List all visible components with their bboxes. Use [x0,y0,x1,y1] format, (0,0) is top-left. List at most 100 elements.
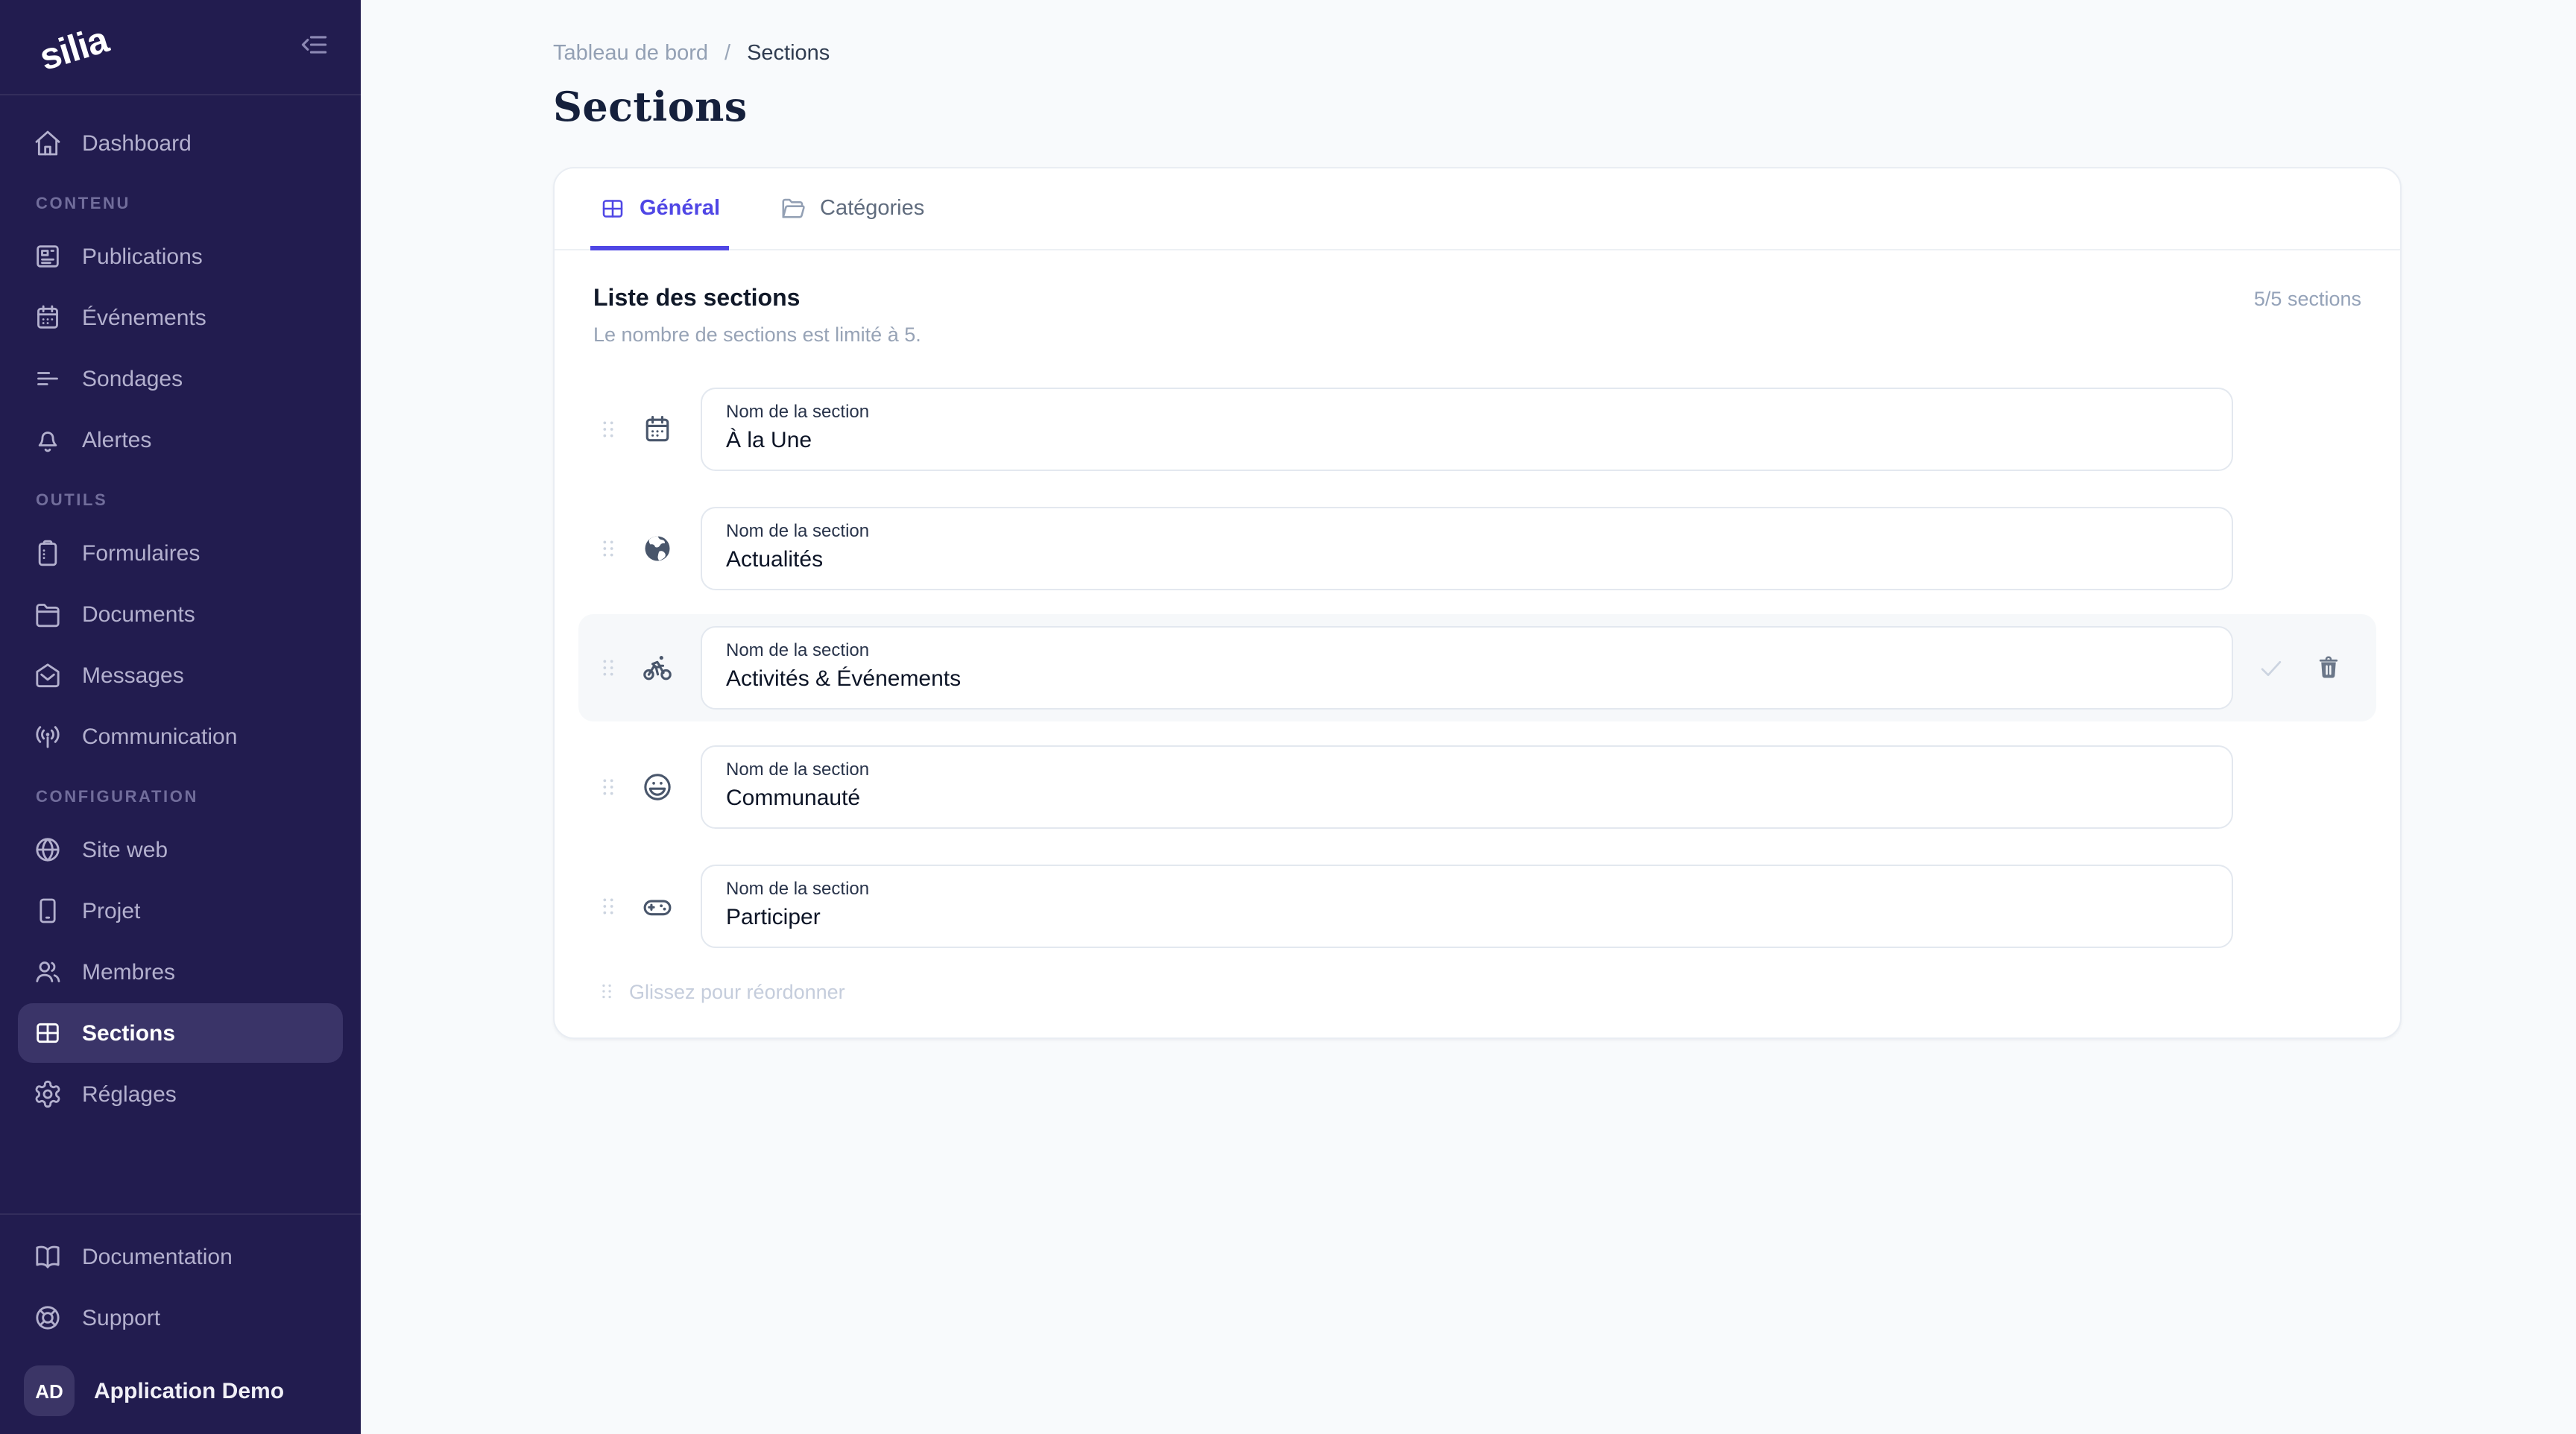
sidebar-item-label: Messages [82,663,184,688]
reorder-hint: Glissez pour réordonner [596,978,2361,1005]
sidebar-item-messages[interactable]: Messages [18,645,343,705]
folder-icon [33,599,63,629]
field-label: Nom de la section [726,876,2208,900]
section-name-input[interactable]: Nom de la sectionActivités & Événements [701,626,2233,710]
tab-label: Général [640,197,720,221]
nav-group-title-outils: OUTILS [18,492,343,510]
avatar: AD [24,1365,75,1416]
sidebar-item-membres[interactable]: Membres [18,942,343,1002]
sidebar-item-reglages[interactable]: Réglages [18,1064,343,1124]
book-open-icon [33,1242,63,1272]
reorder-hint-label: Glissez pour réordonner [629,980,845,1002]
field-value: Participer [726,902,2208,933]
sidebar-item-documents[interactable]: Documents [18,584,343,644]
sidebar-item-label: Publications [82,244,203,269]
globe-icon [33,835,63,865]
sidebar-item-label: Communication [82,724,237,749]
folder-open-icon [780,195,806,222]
sidebar-item-sondages[interactable]: Sondages [18,349,343,408]
field-value: Communauté [726,783,2208,814]
sidebar-footer: Documentation Support AD Application Dem… [0,1213,361,1434]
calendar-icon [641,413,674,446]
collapse-sidebar-icon[interactable] [298,28,337,66]
section-row-communaute: Nom de la sectionCommunauté [578,733,2376,841]
users-icon [33,957,63,987]
page-title: Sections [553,85,2576,131]
sidebar-item-documentation[interactable]: Documentation [18,1227,343,1286]
mail-open-icon [33,660,63,690]
row-actions [2233,654,2361,682]
field-label: Nom de la section [726,519,2208,543]
smartphone-icon [33,896,63,926]
sidebar-item-label: Documentation [82,1244,233,1269]
poll-icon [33,364,63,394]
sidebar-nav: Dashboard CONTENU Publications Événements So… [0,95,361,1213]
sidebar-item-formulaires[interactable]: Formulaires [18,523,343,583]
drag-handle-icon[interactable] [596,890,620,923]
tab-bar: Général Catégories [555,168,2400,250]
section-name-input[interactable]: Nom de la sectionCommunauté [701,745,2233,829]
main-content: Tableau de bord / Sections Sections Géné… [361,0,2576,1434]
field-label: Nom de la section [726,757,2208,781]
sidebar-item-label: Documents [82,601,195,627]
sidebar-item-label: Événements [82,305,206,330]
sidebar-item-evenements[interactable]: Événements [18,288,343,347]
sidebar-item-communication[interactable]: Communication [18,707,343,766]
bike-icon [641,651,674,684]
grid-icon [33,1018,63,1048]
nav-group-title-contenu: CONTENU [18,195,343,213]
earth-icon [641,532,674,565]
section-rows: Nom de la sectionÀ la UneNom de la secti… [578,376,2376,960]
drag-handle-icon[interactable] [596,771,620,803]
sidebar-item-label: Dashboard [82,130,192,156]
user-menu[interactable]: AD Application Demo [18,1356,343,1416]
section-name-input[interactable]: Nom de la sectionActualités [701,507,2233,590]
sidebar: silia Dashboard CONTENU Publications Événem… [0,0,361,1434]
sections-card: Général Catégories Liste des sections 5/… [553,167,2402,1039]
tab-categories[interactable]: Catégories [777,168,927,249]
drag-handle-icon[interactable] [596,413,620,446]
sidebar-item-projet[interactable]: Projet [18,881,343,941]
sidebar-item-dashboard[interactable]: Dashboard [18,113,343,173]
breadcrumb-link-dashboard[interactable]: Tableau de bord [553,42,708,66]
section-row-participer: Nom de la sectionParticiper [578,853,2376,960]
gear-icon [33,1079,63,1109]
sidebar-item-sections[interactable]: Sections [18,1003,343,1063]
tab-general[interactable]: Général [596,168,723,249]
section-name-input[interactable]: Nom de la sectionParticiper [701,865,2233,948]
breadcrumb-separator: / [724,42,730,66]
field-value: À la Une [726,425,2208,456]
drag-handle-icon[interactable] [596,651,620,684]
sidebar-item-label: Support [82,1305,160,1330]
breadcrumb: Tableau de bord / Sections [553,42,2576,66]
list-subtitle: Le nombre de sections est limité à 5. [593,323,2361,346]
sidebar-item-label: Sondages [82,366,183,391]
app: silia Dashboard CONTENU Publications Événem… [0,0,2576,1434]
home-icon [33,128,63,158]
list-title: Liste des sections [593,286,800,313]
check-icon[interactable] [2257,654,2285,682]
grip-icon [596,978,617,1005]
gamepad-icon [641,890,674,923]
card-body: Liste des sections 5/5 sections Le nombr… [555,250,2400,1037]
user-name: Application Demo [94,1378,284,1403]
sidebar-item-label: Sections [82,1020,175,1046]
sidebar-item-label: Formulaires [82,540,200,566]
tab-label: Catégories [820,197,924,221]
nav-group-title-configuration: CONFIGURATION [18,789,343,806]
trash-icon[interactable] [2315,654,2342,681]
life-buoy-icon [33,1303,63,1333]
sidebar-item-site-web[interactable]: Site web [18,820,343,879]
drag-handle-icon[interactable] [596,532,620,565]
smile-icon [641,771,674,803]
sidebar-item-publications[interactable]: Publications [18,227,343,286]
clipboard-icon [33,538,63,568]
sidebar-item-support[interactable]: Support [18,1288,343,1348]
sidebar-item-label: Site web [82,837,168,862]
sidebar-item-alertes[interactable]: Alertes [18,410,343,470]
field-value: Actualités [726,544,2208,575]
section-name-input[interactable]: Nom de la sectionÀ la Une [701,388,2233,471]
section-row-a-la-une: Nom de la sectionÀ la Une [578,376,2376,483]
sidebar-header: silia [0,0,361,95]
breadcrumb-current: Sections [747,42,830,66]
